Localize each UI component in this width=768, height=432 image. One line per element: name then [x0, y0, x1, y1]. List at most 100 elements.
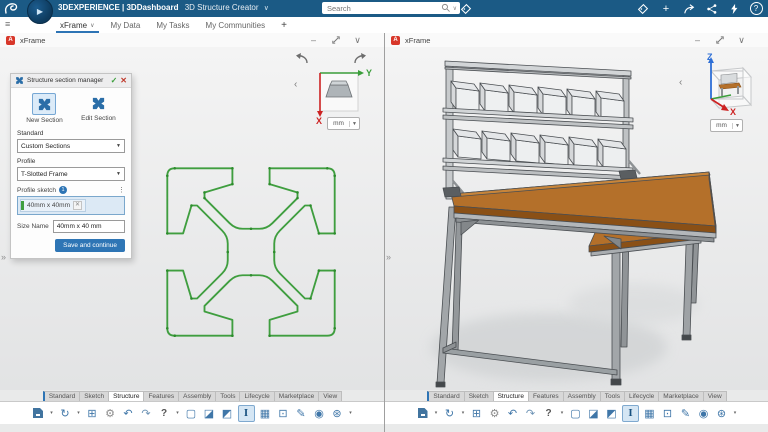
sketch-chip[interactable]: 40mm x 40mm ✕	[20, 199, 86, 212]
help-caret-icon[interactable]: ▾	[175, 406, 181, 421]
update-caret-icon[interactable]: ▾	[76, 406, 82, 421]
bottom-tab-standard[interactable]: Standard	[427, 391, 464, 401]
tab-caret-icon[interactable]: ∨	[90, 22, 94, 29]
size-name-input[interactable]	[53, 220, 125, 233]
bottom-tab-sketch[interactable]: Sketch	[464, 391, 494, 401]
search-input[interactable]	[325, 3, 441, 14]
app-title[interactable]: 3D Structure Creator	[185, 3, 259, 12]
bottom-tab-lifecycle[interactable]: Lifecycle	[624, 391, 659, 401]
bottom-tab-view[interactable]: View	[318, 391, 342, 401]
view-compass-2d[interactable]: Y X	[306, 63, 374, 125]
profile-select[interactable]: T-Slotted Frame ▼	[17, 167, 125, 181]
redo-icon[interactable]: ↷	[523, 406, 538, 421]
export-icon[interactable]: ⊞	[469, 406, 484, 421]
search-tag-icon[interactable]	[459, 2, 473, 15]
output-tool-icon[interactable]: ⊡	[276, 406, 291, 421]
frame-tool-icon[interactable]: ▢	[184, 406, 199, 421]
save-and-continue-button[interactable]: Save and continue	[55, 239, 125, 252]
sketch-options-icon[interactable]: ⋮	[118, 186, 125, 194]
bottom-tab-tools[interactable]: Tools	[600, 391, 625, 401]
units-dropdown[interactable]: mm ▼	[327, 117, 360, 130]
minimize-button[interactable]: –	[691, 34, 704, 46]
bottom-tab-tools[interactable]: Tools	[215, 391, 240, 401]
save-icon[interactable]	[415, 406, 430, 421]
table-tool-icon[interactable]: ▦	[642, 406, 657, 421]
settings-gear-icon[interactable]: ⚙	[103, 406, 118, 421]
help-icon[interactable]: ?	[157, 406, 172, 421]
new-section-button[interactable]: New Section	[26, 93, 63, 124]
sketch-tool-icon[interactable]: ✎	[294, 406, 309, 421]
panel-menu-button[interactable]: ∨	[351, 34, 364, 46]
panel-tool-icon[interactable]: ◩	[604, 406, 619, 421]
undo-icon[interactable]: ↶	[505, 406, 520, 421]
assistant-icon[interactable]	[726, 2, 740, 15]
bottom-tab-lifecycle[interactable]: Lifecycle	[239, 391, 274, 401]
undo-icon[interactable]: ↶	[121, 406, 136, 421]
save-icon[interactable]	[31, 406, 46, 421]
section-manager-tool-icon[interactable]: I	[238, 405, 255, 422]
search-icon[interactable]	[441, 3, 451, 13]
bottom-tab-assembly[interactable]: Assembly	[563, 391, 601, 401]
chip-remove-icon[interactable]: ✕	[73, 201, 82, 210]
tab-xframe[interactable]: xFrame ∨	[60, 17, 95, 33]
bottom-tab-view[interactable]: View	[703, 391, 727, 401]
tab-my-data[interactable]: My Data	[111, 17, 141, 33]
panel-tool-icon[interactable]: ◩	[220, 406, 235, 421]
t-slot-profile-sketch[interactable]	[158, 159, 344, 345]
tab-my-tasks[interactable]: My Tasks	[156, 17, 189, 33]
update-caret-icon[interactable]: ▾	[460, 406, 466, 421]
pattern-tool-icon[interactable]: ⊛	[330, 406, 345, 421]
edit-section-button[interactable]: Edit Section	[81, 93, 116, 124]
bottom-tab-standard[interactable]: Standard	[43, 391, 80, 401]
section-manager-tool-icon[interactable]: I	[622, 405, 639, 422]
bottom-tab-marketplace[interactable]: Marketplace	[274, 391, 319, 401]
sketch-tool-icon[interactable]: ✎	[678, 406, 693, 421]
frame-tool-icon[interactable]: ▢	[568, 406, 583, 421]
left-expander-icon[interactable]: »	[1, 252, 6, 262]
sphere-tool-icon[interactable]: ◉	[696, 406, 711, 421]
update-icon[interactable]: ↻	[442, 406, 457, 421]
settings-gear-icon[interactable]: ⚙	[487, 406, 502, 421]
bottom-tab-structure[interactable]: Structure	[493, 391, 529, 401]
output-tool-icon[interactable]: ⊡	[660, 406, 675, 421]
pattern-tool-icon[interactable]: ⊛	[714, 406, 729, 421]
tag-icon[interactable]	[636, 2, 650, 15]
tools-caret-icon[interactable]: ▾	[348, 406, 354, 421]
expand-button[interactable]	[713, 34, 726, 46]
redo-icon[interactable]: ↷	[139, 406, 154, 421]
help-icon[interactable]: ?	[541, 406, 556, 421]
dialog-title-bar[interactable]: Structure section manager ✓ ✕	[11, 74, 131, 88]
app-caret-icon[interactable]: ∨	[264, 5, 269, 12]
standard-select[interactable]: Custom Sections ▼	[17, 139, 125, 153]
bottom-tab-sketch[interactable]: Sketch	[79, 391, 109, 401]
update-icon[interactable]: ↻	[58, 406, 73, 421]
workbench-3d-model[interactable]	[399, 49, 721, 391]
right-expander-icon[interactable]: »	[386, 252, 391, 262]
tab-my-communities[interactable]: My Communities	[206, 17, 266, 33]
sketch-viewport[interactable]: » ‹ Y X	[0, 47, 384, 390]
share-arrow-icon[interactable]	[682, 2, 696, 15]
search-box[interactable]: ∨	[322, 2, 460, 14]
search-caret-icon[interactable]: ∨	[453, 5, 457, 12]
table-tool-icon[interactable]: ▦	[258, 406, 273, 421]
panel-menu-button[interactable]: ∨	[735, 34, 748, 46]
model-viewport[interactable]: » ‹ Z	[385, 47, 768, 390]
share-icon[interactable]	[705, 2, 719, 15]
save-caret-icon[interactable]: ▾	[49, 406, 55, 421]
save-caret-icon[interactable]: ▾	[433, 406, 439, 421]
expand-button[interactable]	[329, 34, 342, 46]
minimize-button[interactable]: –	[307, 34, 320, 46]
export-icon[interactable]: ⊞	[85, 406, 100, 421]
bottom-tab-marketplace[interactable]: Marketplace	[658, 391, 703, 401]
bottom-tab-structure[interactable]: Structure	[108, 391, 144, 401]
panel-toggle-icon[interactable]: ≡	[5, 20, 10, 29]
tools-caret-icon[interactable]: ▾	[732, 406, 738, 421]
view-back-icon[interactable]: ‹	[294, 79, 297, 90]
bottom-tab-features[interactable]: Features	[143, 391, 179, 401]
dialog-close-icon[interactable]: ✕	[120, 76, 127, 85]
solid-tool-icon[interactable]: ◪	[586, 406, 601, 421]
solid-tool-icon[interactable]: ◪	[202, 406, 217, 421]
dialog-ok-icon[interactable]: ✓	[111, 76, 118, 85]
sphere-tool-icon[interactable]: ◉	[312, 406, 327, 421]
profile-sketch-field[interactable]: 40mm x 40mm ✕	[17, 196, 125, 215]
